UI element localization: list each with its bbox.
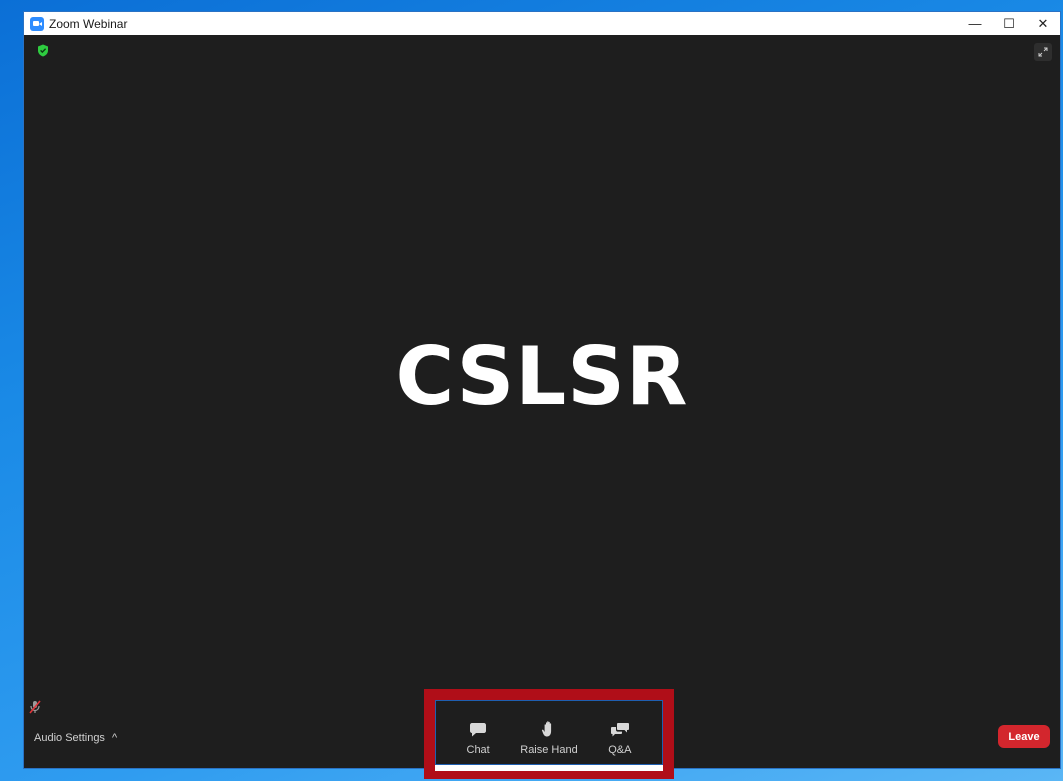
security-shield-icon[interactable] [37,44,49,62]
close-button[interactable]: ✕ [1026,12,1060,35]
raise-hand-button[interactable]: Raise Hand [520,720,578,756]
minimize-icon: — [968,16,982,31]
chat-button[interactable]: Chat [458,722,498,756]
toolbar-bottom-strip [435,765,663,771]
qa-button[interactable]: Q&A [600,722,640,756]
hand-icon [541,721,552,737]
chat-label: Chat [466,744,490,756]
meeting-toolbar: Chat Raise Hand Q&A [435,700,663,765]
window-title: Zoom Webinar [49,16,128,31]
raise-hand-label: Raise Hand [520,744,578,756]
zoom-window: Zoom Webinar — ☐ ✕ CSLSR Audio Settings … [24,12,1060,779]
fullscreen-button[interactable] [1034,43,1052,61]
title-bar: Zoom Webinar — ☐ ✕ [24,12,1060,35]
zoom-logo-icon [30,16,44,31]
audio-settings-button[interactable]: Audio Settings ^ [34,732,117,744]
shared-screen-stage: CSLSR Audio Settings ^ Chat Raise Hand Q… [24,35,1060,779]
expand-icon [1038,47,1048,57]
maximize-icon: ☐ [1003,15,1015,31]
maximize-button[interactable]: ☐ [992,12,1026,35]
chat-icon [470,723,487,737]
window-controls: — ☐ ✕ [958,12,1060,35]
qa-label: Q&A [608,744,632,756]
minimize-button[interactable]: — [958,12,992,35]
leave-button[interactable]: Leave [998,725,1050,748]
muted-mic-icon [29,700,41,719]
meeting-toolbar-highlight: Chat Raise Hand Q&A [424,689,674,779]
qa-icon [610,723,629,737]
chevron-up-icon: ^ [111,732,118,744]
close-icon: ✕ [1037,15,1049,31]
shared-content-text: CSLSR [395,330,689,423]
audio-settings-label: Audio Settings [34,732,105,744]
